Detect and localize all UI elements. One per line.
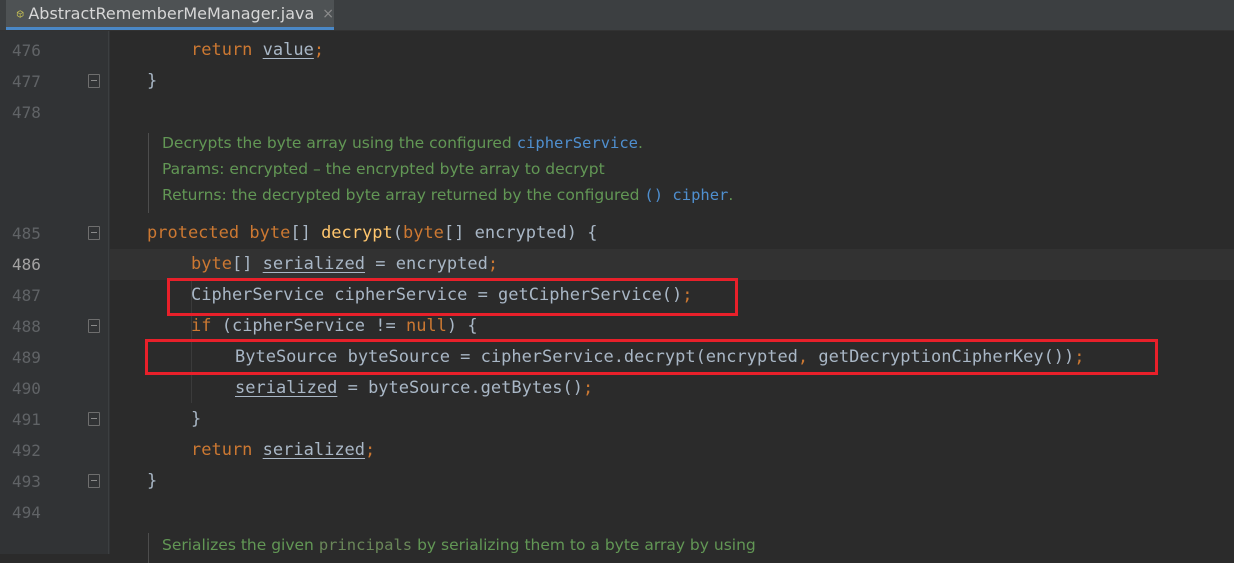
doc-text: . [728,186,734,204]
editor-tab-bar: AbstractRememberMeManager.java × [0,0,1234,31]
line-number: 489 [12,348,41,367]
code-line-486[interactable]: byte[] serialized = encrypted; [191,249,498,280]
code-line-477[interactable]: } [147,66,157,97]
paren: ( [392,223,403,243]
fold-start-icon[interactable] [88,319,100,333]
brace: } [191,409,202,429]
tab-abstract-remember-me-manager[interactable]: AbstractRememberMeManager.java × [6,0,334,30]
doc-link[interactable]: cipherService [517,134,638,152]
gutter-divider [108,31,109,554]
condition: (cipherService != [211,316,406,336]
brace: ) { [446,316,478,336]
line-number: 491 [12,410,41,429]
line-number: 494 [12,503,41,522]
code-line-490[interactable]: serialized = byteSource.getBytes(); [235,373,593,404]
doc-code: principals [318,536,413,554]
doc-line-2: Params: encrypted – the encrypted byte a… [162,160,605,178]
params: [] encrypted) { [443,223,598,243]
line-number: 492 [12,441,41,460]
line-number: 476 [12,41,41,60]
expression: = byteSource.getBytes() [337,378,583,398]
line-number: 493 [12,472,41,491]
doc-text: Decrypts the byte array using the config… [162,134,517,152]
semicolon: ; [365,440,376,460]
fold-start-icon[interactable] [88,226,100,240]
line-number: 488 [12,317,41,336]
line-number: 490 [12,379,41,398]
keyword: null [405,316,447,336]
doc-text: Serializes the given [162,536,319,554]
highlight-box-line-487 [167,278,738,316]
fold-end-icon[interactable] [88,74,100,88]
keyword: byte [402,223,444,243]
variable: serialized [262,254,366,274]
doc-text: . [638,134,643,152]
code-line-476[interactable]: return value; [191,35,324,66]
line-number-gutter: 476 477 478 485 486 487 488 489 490 491 … [0,31,110,554]
fold-end-icon[interactable] [88,412,100,426]
method-name: decrypt [321,223,393,243]
code-line-491[interactable]: } [191,404,201,435]
brackets: [] [290,223,311,243]
code-line-485[interactable]: protected byte[] decrypt(byte[] encrypte… [147,218,597,249]
java-class-icon [16,9,24,18]
variable: value [262,40,314,60]
fold-end-icon[interactable] [88,474,100,488]
javadoc-comment-2[interactable]: Serializes the given principals by seria… [148,533,1149,563]
brackets: [] [231,254,263,274]
keyword: byte [191,254,232,274]
doc-line-1: Decrypts the byte array using the config… [162,134,643,152]
keyword: return [191,440,253,460]
tab-title: AbstractRememberMeManager.java [28,4,315,23]
semicolon: ; [583,378,594,398]
code-line-492[interactable]: return serialized; [191,435,375,466]
close-icon[interactable]: × [322,6,334,22]
doc-text: by serializing them to a byte array by u… [412,536,756,554]
line-number: 477 [12,72,41,91]
line-number-current: 486 [12,255,41,274]
code-line-493[interactable]: } [147,466,157,497]
keyword: protected [147,223,240,243]
doc-link[interactable]: () cipher [644,186,728,204]
semicolon: ; [487,254,499,274]
doc-line-3: Returns: the decrypted byte array return… [162,186,733,204]
doc-text: Returns: the decrypted byte array return… [162,186,645,204]
keyword: byte [249,223,291,243]
expression: = encrypted [365,254,488,274]
line-number: 487 [12,286,41,305]
doc-line-4: Serializes the given principals by seria… [162,536,756,554]
variable: serialized [262,440,366,460]
highlight-box-line-489 [145,339,1158,375]
semicolon: ; [313,40,325,60]
keyword: if [191,316,212,336]
brace: } [147,471,158,491]
variable: serialized [235,378,338,398]
line-number: 478 [12,103,41,122]
javadoc-comment[interactable]: Decrypts the byte array using the config… [148,133,1149,213]
keyword: return [191,40,253,60]
line-number: 485 [12,224,41,243]
brace: } [147,71,158,91]
